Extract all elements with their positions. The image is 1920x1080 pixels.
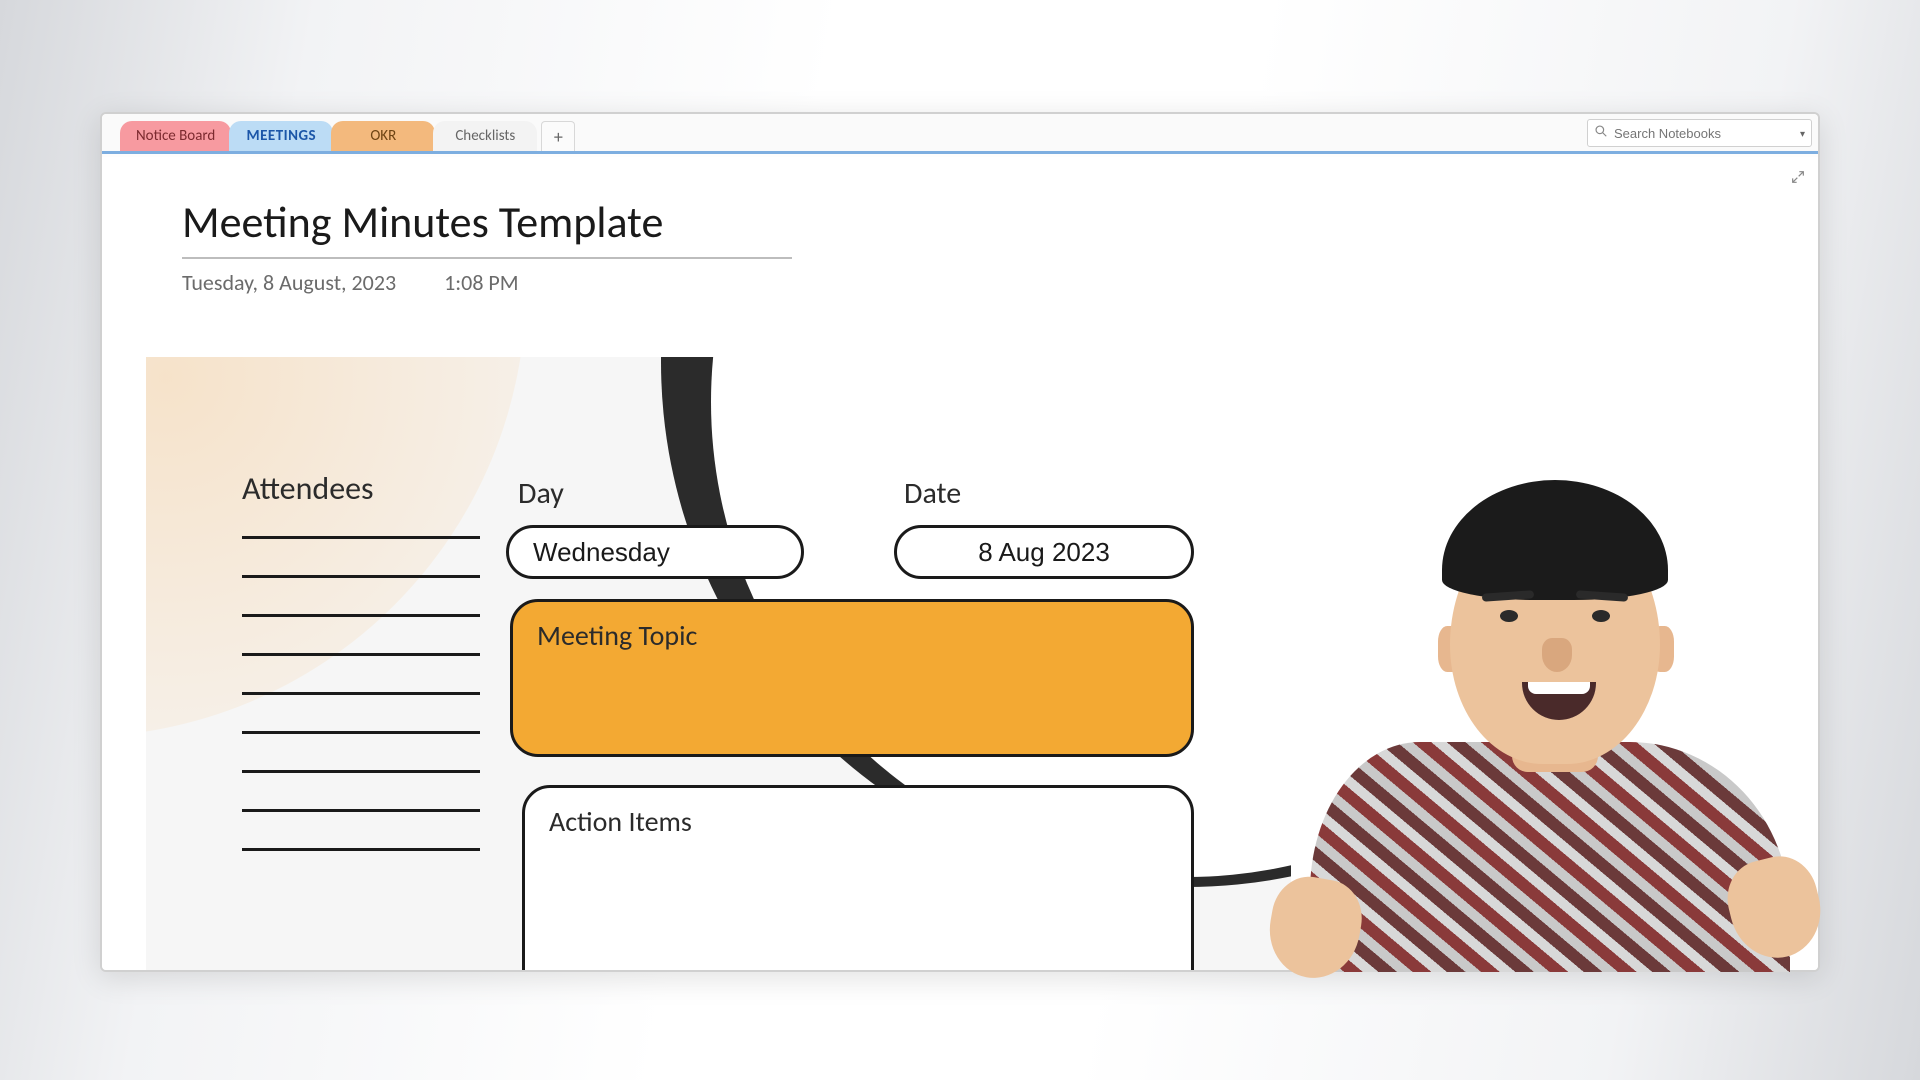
page-time: 1:08 PM [444, 269, 519, 296]
tab-notice-board[interactable]: Notice Board [120, 121, 231, 151]
attendee-line[interactable] [242, 536, 480, 539]
date-input[interactable] [921, 537, 1167, 568]
tab-checklists[interactable]: Checklists [433, 121, 537, 151]
date-field[interactable] [894, 525, 1194, 579]
action-items-box[interactable]: Action Items [522, 785, 1194, 972]
presenter-eye [1500, 610, 1518, 622]
presenter-teeth [1528, 682, 1590, 694]
presenter-overlay [1260, 590, 1830, 972]
add-section-button[interactable]: + [541, 121, 575, 151]
attendee-line[interactable] [242, 653, 480, 656]
day-input[interactable] [533, 537, 777, 568]
attendee-line[interactable] [242, 848, 480, 851]
action-items-label: Action Items [549, 804, 1167, 839]
plus-icon: + [554, 126, 563, 148]
search-icon [1594, 124, 1608, 143]
meeting-minutes-canvas[interactable]: Attendees Day Date [146, 357, 1291, 972]
page-title-block: Meeting Minutes Template Tuesday, 8 Augu… [182, 195, 792, 296]
chevron-down-icon[interactable]: ▾ [1800, 127, 1805, 140]
attendee-line[interactable] [242, 575, 480, 578]
attendee-line[interactable] [242, 770, 480, 773]
day-label: Day [518, 475, 564, 512]
presenter-body [1310, 742, 1790, 972]
tab-label: Notice Board [136, 127, 215, 145]
tab-okr[interactable]: OKR [331, 121, 435, 151]
page-meta: Tuesday, 8 August, 2023 1:08 PM [182, 269, 792, 296]
attendee-line[interactable] [242, 614, 480, 617]
attendees-label: Attendees [242, 469, 480, 508]
date-label: Date [904, 475, 961, 512]
expand-page-button[interactable] [1788, 167, 1808, 187]
page-title[interactable]: Meeting Minutes Template [182, 195, 792, 259]
meeting-topic-label: Meeting Topic [537, 618, 1167, 653]
presenter-nose [1542, 638, 1572, 672]
attendees-section: Attendees [242, 469, 480, 887]
tab-label: MEETINGS [246, 127, 316, 145]
tab-label: Checklists [455, 127, 515, 145]
page-date: Tuesday, 8 August, 2023 [182, 269, 396, 296]
search-notebooks[interactable]: ▾ [1587, 119, 1812, 147]
attendee-line[interactable] [242, 731, 480, 734]
tab-meetings[interactable]: MEETINGS [229, 121, 333, 151]
attendee-line[interactable] [242, 692, 480, 695]
attendee-line[interactable] [242, 809, 480, 812]
day-field[interactable] [506, 525, 804, 579]
tab-label: OKR [370, 127, 396, 145]
section-tab-strip: Notice Board MEETINGS OKR Checklists + [102, 114, 1818, 154]
search-input[interactable] [1614, 126, 1794, 141]
meeting-topic-box[interactable]: Meeting Topic [510, 599, 1194, 757]
presenter-eye [1592, 610, 1610, 622]
